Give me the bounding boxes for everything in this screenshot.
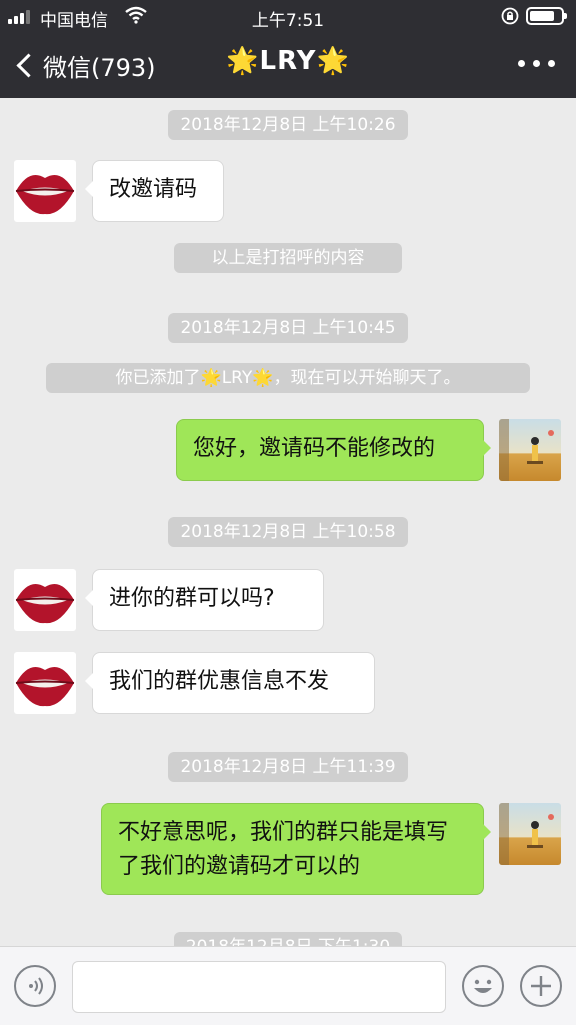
message-bubble-received[interactable]: 改邀请码 (85, 160, 224, 222)
status-bar: 中国电信 上午7:51 (0, 0, 576, 32)
message-bubble-sent[interactable]: 不好意思呢，我们的群只能是填写了我们的邀请码才可以的 (101, 803, 491, 895)
my-avatar[interactable] (499, 803, 561, 865)
timestamp: 2018年12月8日 上午10:26 (168, 110, 408, 140)
battery-icon (526, 7, 567, 25)
message-bubble-received[interactable]: 我们的群优惠信息不发 (85, 652, 375, 714)
more-dots-icon[interactable] (518, 60, 558, 70)
input-bar (0, 946, 576, 1025)
message-bubble-sent[interactable]: 您好，邀请码不能修改的 (176, 419, 491, 481)
voice-icon[interactable] (14, 965, 56, 1007)
timestamp: 2018年12月8日 上午10:45 (168, 313, 408, 343)
contact-avatar[interactable] (14, 569, 76, 631)
contact-avatar[interactable] (14, 652, 76, 714)
chat-title: 🌟LRY🌟 (226, 46, 350, 76)
nav-bar: 微信(793) 🌟LRY🌟 (0, 32, 576, 98)
top-bar: 中国电信 上午7:51 微信(793) 🌟LRY🌟 (0, 0, 576, 98)
message-bubble-received[interactable]: 进你的群可以吗? (85, 569, 324, 631)
rotation-lock-icon (501, 7, 519, 25)
emoji-icon[interactable] (462, 965, 504, 1007)
plus-icon[interactable] (520, 965, 562, 1007)
timestamp: 2018年12月8日 上午10:58 (168, 517, 408, 547)
system-message: 以上是打招呼的内容 (174, 243, 402, 273)
my-avatar[interactable] (499, 419, 561, 481)
timestamp: 2018年12月8日 上午11:39 (168, 752, 408, 782)
message-input[interactable] (72, 961, 446, 1013)
status-time: 上午7:51 (251, 11, 325, 31)
contact-avatar[interactable] (14, 160, 76, 222)
system-message: 你已添加了🌟LRY🌟，现在可以开始聊天了。 (46, 363, 530, 393)
